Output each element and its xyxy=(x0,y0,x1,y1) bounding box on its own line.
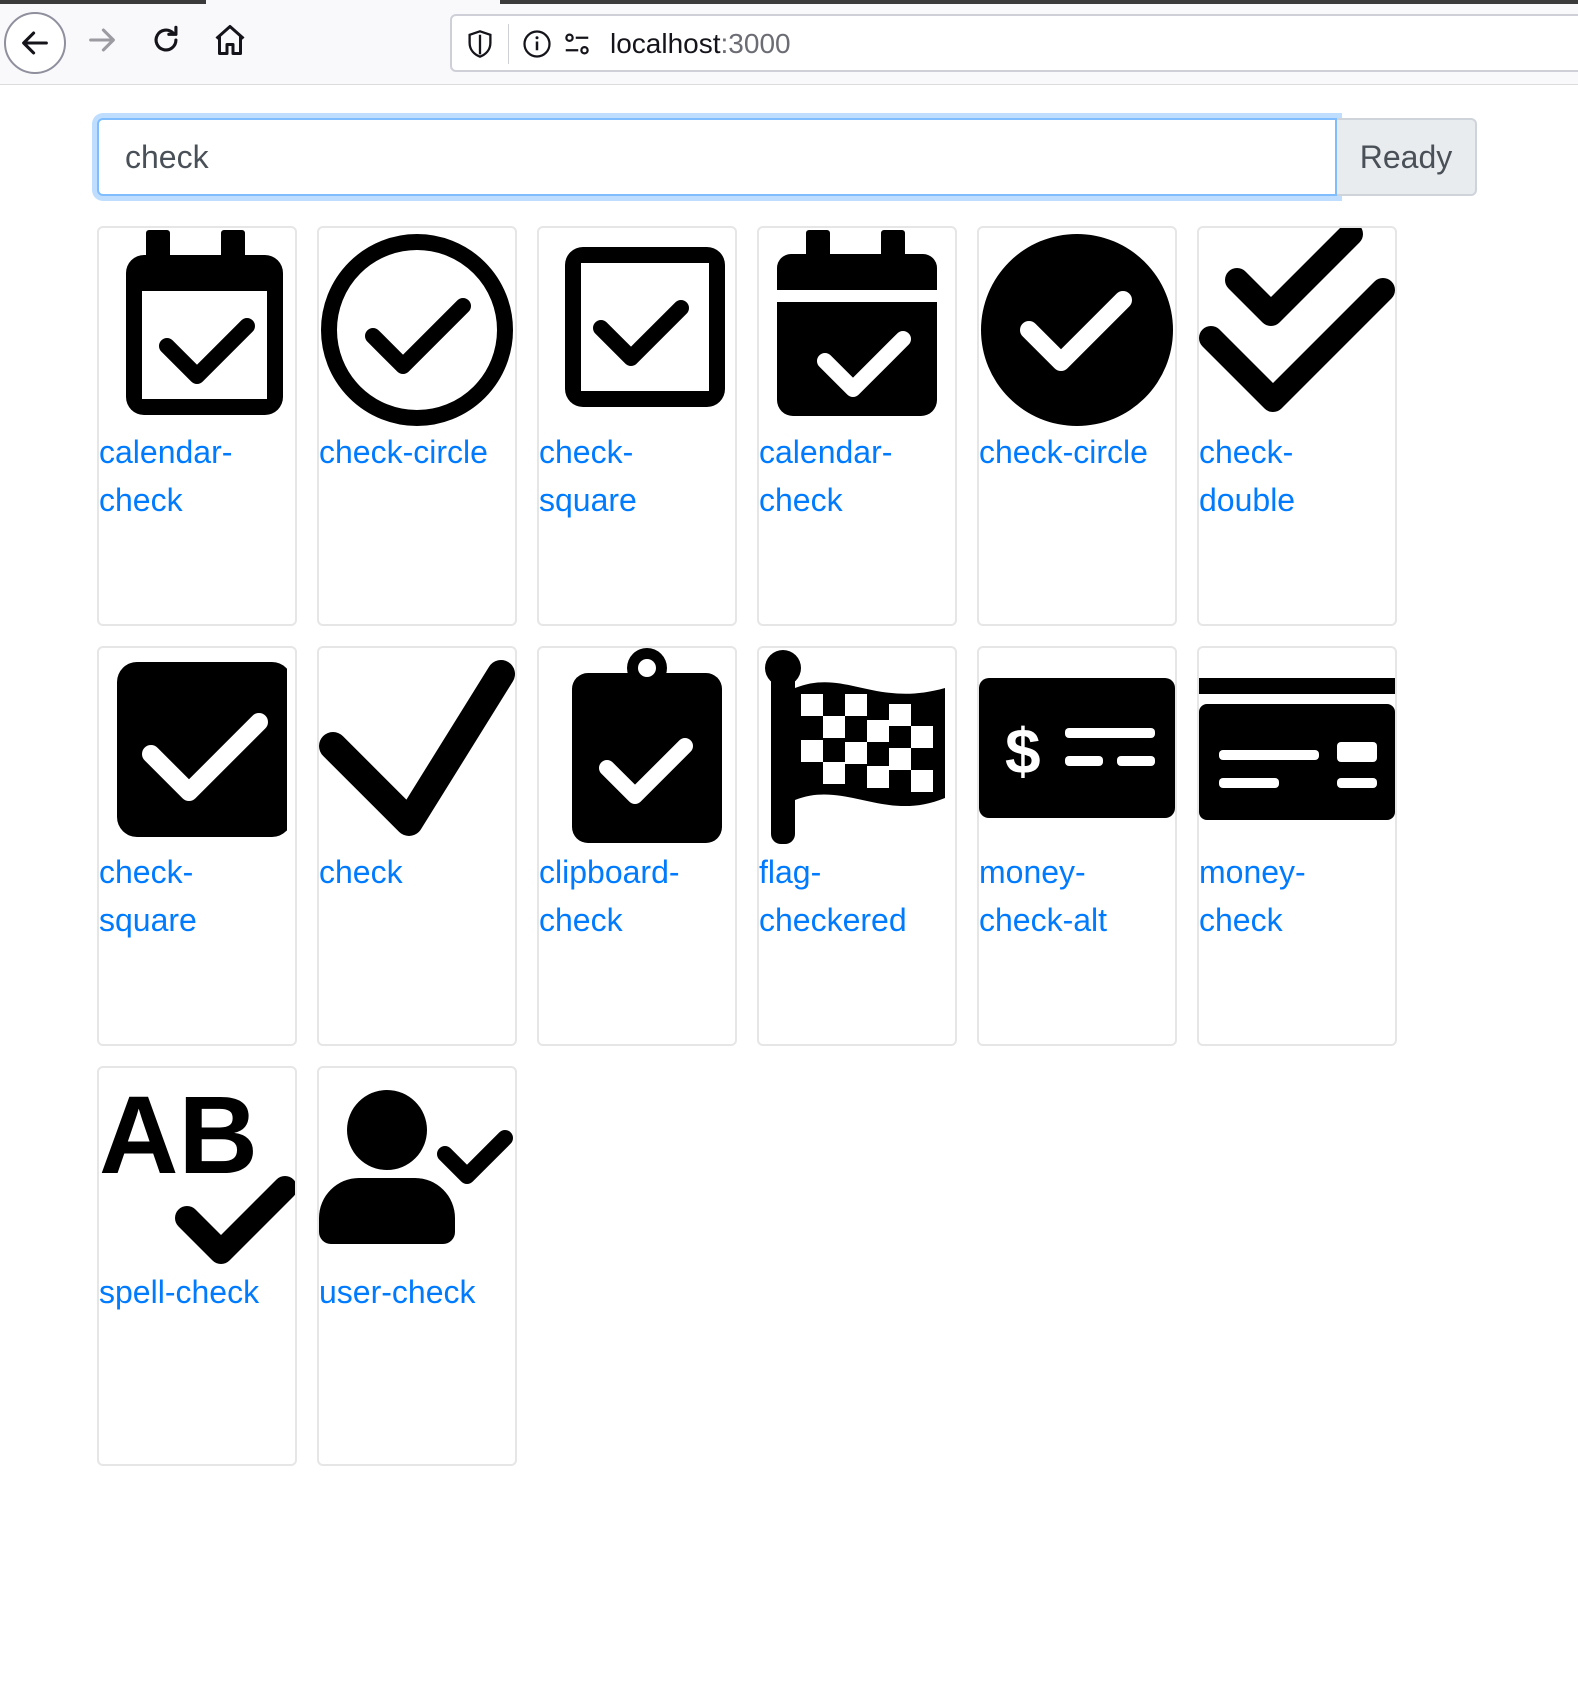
info-icon[interactable] xyxy=(522,29,552,59)
url-port: :3000 xyxy=(720,28,791,59)
money-check-alt-icon: $ xyxy=(979,648,1175,848)
home-icon xyxy=(215,25,245,55)
result-card[interactable]: money-check xyxy=(1197,646,1397,1046)
tab-indicator xyxy=(0,0,206,4)
result-label[interactable]: calendar-check xyxy=(99,428,289,524)
check-square-regular-icon xyxy=(539,228,735,428)
result-label[interactable]: money-check-alt xyxy=(979,848,1169,944)
forward-button[interactable] xyxy=(70,8,134,72)
result-card[interactable]: clipboard-check xyxy=(537,646,737,1046)
result-card[interactable]: user-check xyxy=(317,1066,517,1466)
check-circle-regular-icon xyxy=(319,228,515,428)
flag-checkered-icon xyxy=(759,648,955,848)
reload-button[interactable] xyxy=(134,8,198,72)
result-label[interactable]: flag-checkered xyxy=(759,848,949,944)
home-button[interactable] xyxy=(198,8,262,72)
check-square-solid-icon xyxy=(99,648,295,848)
back-button[interactable] xyxy=(4,12,66,74)
check-double-icon xyxy=(1199,228,1395,428)
svg-text:AB: AB xyxy=(99,1074,258,1197)
result-card[interactable]: check-circle xyxy=(977,226,1177,626)
result-card[interactable]: check-square xyxy=(537,226,737,626)
result-card[interactable]: check xyxy=(317,646,517,1046)
search-group: Ready xyxy=(97,118,1477,196)
tab-strip xyxy=(500,0,1578,4)
arrow-right-icon xyxy=(89,28,115,52)
calendar-check-solid-icon xyxy=(759,228,955,428)
arrow-left-icon xyxy=(22,31,48,55)
result-card[interactable]: check-square xyxy=(97,646,297,1046)
result-card[interactable]: calendar-check xyxy=(757,226,957,626)
money-check-icon xyxy=(1199,648,1395,848)
result-label[interactable]: money-check xyxy=(1199,848,1389,944)
result-card[interactable]: flag-checkered xyxy=(757,646,957,1046)
check-icon xyxy=(319,648,515,848)
result-label[interactable]: calendar-check xyxy=(759,428,949,524)
shield-icon[interactable] xyxy=(466,29,494,59)
result-card[interactable]: check-circle xyxy=(317,226,517,626)
result-label[interactable]: clipboard-check xyxy=(539,848,729,944)
reload-icon xyxy=(154,25,178,52)
spell-check-icon: AB xyxy=(99,1068,295,1268)
url-host: localhost xyxy=(610,28,721,59)
result-card[interactable]: AB spell-check xyxy=(97,1066,297,1466)
result-label[interactable]: check-square xyxy=(539,428,729,524)
url-text[interactable]: localhost:3000 xyxy=(610,26,791,62)
result-label[interactable]: check xyxy=(319,848,509,896)
browser-toolbar: localhost:3000 xyxy=(0,0,1578,85)
result-label[interactable]: check-circle xyxy=(319,428,509,476)
address-bar[interactable]: localhost:3000 xyxy=(450,14,1578,72)
result-card[interactable]: check-double xyxy=(1197,226,1397,626)
result-card[interactable]: calendar-check xyxy=(97,226,297,626)
search-input[interactable] xyxy=(97,118,1337,196)
result-label[interactable]: user-check xyxy=(319,1268,509,1316)
result-card[interactable]: $ money-check-alt xyxy=(977,646,1177,1046)
calendar-check-regular-icon xyxy=(99,228,295,428)
clipboard-check-icon xyxy=(539,648,735,848)
result-label[interactable]: check-double xyxy=(1199,428,1389,524)
url-divider xyxy=(508,24,509,64)
svg-text:$: $ xyxy=(1005,715,1041,787)
user-check-icon xyxy=(319,1068,515,1268)
check-circle-solid-icon xyxy=(979,228,1175,428)
result-label[interactable]: check-circle xyxy=(979,428,1169,476)
status-addon: Ready xyxy=(1337,118,1477,196)
result-label[interactable]: check-square xyxy=(99,848,289,944)
result-label[interactable]: spell-check xyxy=(99,1268,289,1316)
permissions-icon[interactable] xyxy=(562,29,592,59)
